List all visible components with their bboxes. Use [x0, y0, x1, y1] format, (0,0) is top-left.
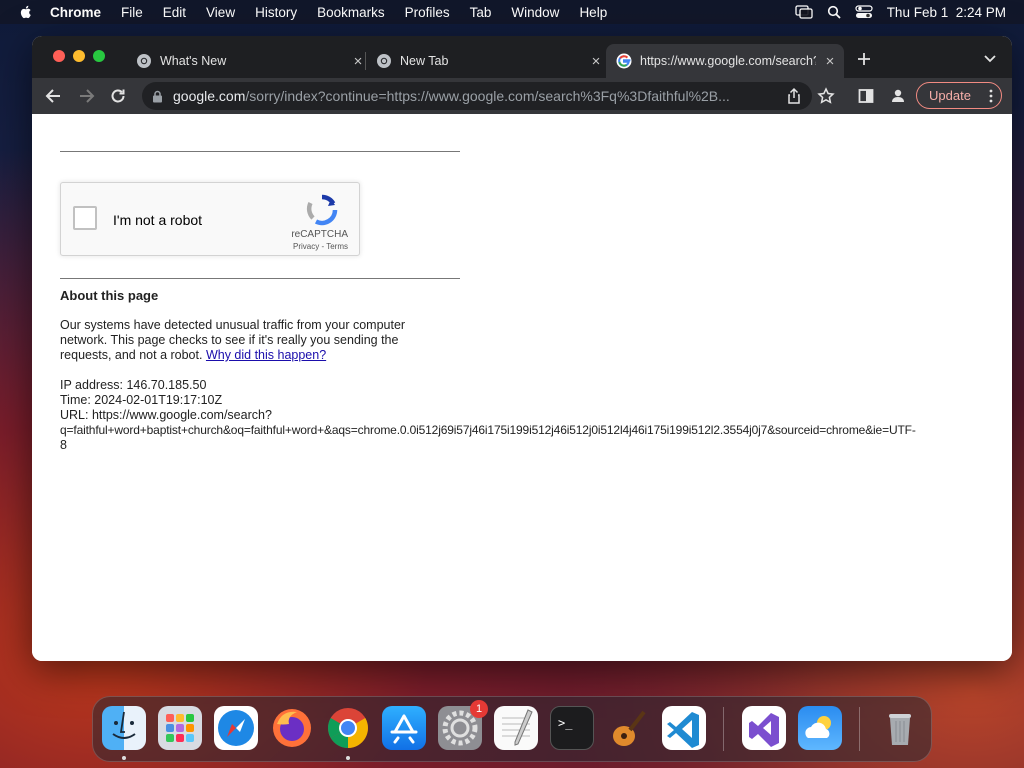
spotlight-search-icon[interactable]	[827, 5, 841, 19]
about-heading: About this page	[60, 288, 159, 303]
minimize-window-button[interactable]	[73, 50, 85, 62]
chrome-favicon-icon	[137, 54, 151, 68]
url-query-tail: 8	[60, 438, 67, 452]
notification-badge: 1	[470, 700, 488, 718]
browser-window: What's New × New Tab × https://www.googl…	[32, 36, 1012, 661]
menu-bar: Chrome File Edit View History Bookmarks …	[0, 0, 1024, 24]
bookmark-star-icon[interactable]	[816, 86, 836, 106]
timestamp: Time: 2024-02-01T19:17:10Z	[60, 393, 223, 407]
control-center-icon[interactable]	[855, 5, 873, 19]
share-icon[interactable]	[784, 86, 804, 106]
url-path: /sorry/index?continue=https://www.google…	[245, 88, 730, 104]
chrome-running-indicator	[346, 756, 350, 760]
menu-tab[interactable]: Tab	[470, 5, 492, 20]
chrome-favicon-icon	[377, 54, 391, 68]
tab-strip: What's New × New Tab × https://www.googl…	[32, 36, 1012, 78]
menu-bookmarks[interactable]: Bookmarks	[317, 5, 385, 20]
new-tab-plus-icon[interactable]	[857, 52, 871, 66]
tab-close-icon[interactable]: ×	[822, 53, 838, 70]
apple-icon[interactable]	[18, 4, 34, 20]
finder-icon[interactable]	[102, 706, 146, 750]
svg-text:>_: >_	[558, 716, 573, 730]
close-window-button[interactable]	[53, 50, 65, 62]
google-favicon-icon	[616, 53, 632, 69]
app-store-icon[interactable]	[382, 706, 426, 750]
ip-address: IP address: 146.70.185.50	[60, 378, 207, 392]
weather-icon[interactable]	[798, 706, 842, 750]
vscode-icon[interactable]	[662, 706, 706, 750]
garageband-icon[interactable]	[606, 706, 650, 750]
menu-profiles[interactable]: Profiles	[405, 5, 450, 20]
recaptcha-privacy-terms[interactable]: Privacy - Terms	[293, 242, 348, 251]
system-preferences-icon[interactable]: 1	[438, 700, 488, 750]
safari-icon[interactable]	[214, 706, 258, 750]
recaptcha-label: I'm not a robot	[113, 212, 203, 228]
dock-separator	[723, 707, 724, 751]
launchpad-icon[interactable]	[158, 706, 202, 750]
dock-separator	[859, 707, 860, 751]
menu-history[interactable]: History	[255, 5, 297, 20]
tab-title: What's New	[160, 54, 227, 68]
screen-mirroring-icon[interactable]	[795, 5, 813, 19]
recaptcha-brand: reCAPTCHA	[291, 229, 348, 240]
back-arrow-icon[interactable]	[44, 86, 64, 106]
tab-divider	[365, 52, 366, 70]
url-text: google.com/sorry/index?continue=https://…	[173, 88, 812, 104]
side-panel-icon[interactable]	[856, 86, 876, 106]
browser-toolbar: google.com/sorry/index?continue=https://…	[32, 78, 1012, 114]
tab-close-icon[interactable]: ×	[350, 53, 366, 70]
menu-window[interactable]: Window	[511, 5, 559, 20]
menu-view[interactable]: View	[206, 5, 235, 20]
page-content: I'm not a robot reCAPTCHA Privacy - Term…	[32, 114, 1012, 661]
reload-icon[interactable]	[108, 86, 128, 106]
menu-clock[interactable]: Thu Feb 1 2:24 PM	[887, 5, 1006, 20]
menu-app-name[interactable]: Chrome	[50, 5, 101, 20]
tab-whats-new[interactable]: What's New ×	[132, 44, 370, 78]
divider	[60, 278, 460, 279]
trash-icon[interactable]	[878, 706, 922, 750]
menu-help[interactable]: Help	[579, 5, 607, 20]
finder-running-indicator	[122, 756, 126, 760]
menu-edit[interactable]: Edit	[163, 5, 186, 20]
visual-studio-icon[interactable]	[742, 706, 786, 750]
recaptcha-checkbox[interactable]	[73, 206, 97, 230]
why-link[interactable]: Why did this happen?	[206, 348, 326, 362]
about-paragraph: Our systems have detected unusual traffi…	[60, 318, 440, 363]
update-button[interactable]: Update	[916, 82, 1002, 109]
tab-search-chevron-icon[interactable]	[984, 54, 996, 63]
tab-new-tab[interactable]: New Tab ×	[372, 44, 608, 78]
tab-google-search[interactable]: https://www.google.com/search?q=faithful…	[606, 44, 844, 78]
forward-arrow-icon[interactable]	[76, 86, 96, 106]
firefox-icon[interactable]	[270, 706, 314, 750]
zoom-window-button[interactable]	[93, 50, 105, 62]
tab-title: https://www.google.com/search?q=faithful	[640, 54, 816, 68]
lock-icon[interactable]	[152, 90, 163, 103]
recaptcha-logo-icon	[306, 194, 338, 226]
profile-avatar-icon[interactable]	[888, 86, 908, 106]
divider	[60, 151, 460, 152]
dock: 1 >_	[92, 696, 932, 762]
update-button-label: Update	[929, 88, 971, 103]
more-menu-icon[interactable]	[989, 89, 993, 103]
url-query: q=faithful+word+baptist+church&oq=faithf…	[60, 423, 916, 437]
terminal-icon[interactable]: >_	[550, 706, 594, 750]
textedit-icon[interactable]	[494, 706, 538, 750]
menu-file[interactable]: File	[121, 5, 143, 20]
recaptcha-widget: I'm not a robot reCAPTCHA Privacy - Term…	[60, 182, 360, 256]
url-label: URL: https://www.google.com/search?	[60, 408, 272, 422]
address-bar[interactable]: google.com/sorry/index?continue=https://…	[142, 82, 812, 110]
url-host: google.com	[173, 88, 246, 104]
chrome-icon[interactable]	[326, 706, 370, 750]
tab-title: New Tab	[400, 54, 449, 68]
tab-close-icon[interactable]: ×	[588, 53, 604, 70]
